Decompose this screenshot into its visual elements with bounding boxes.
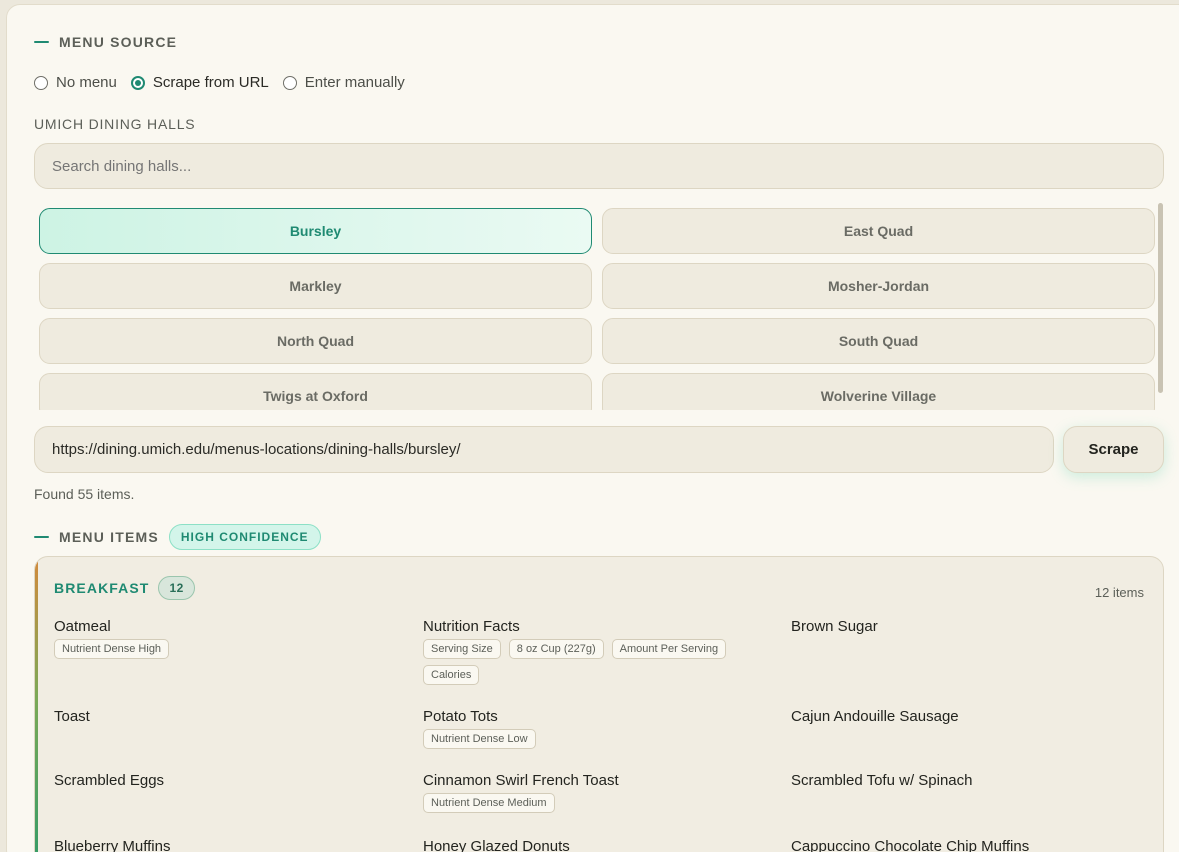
menu-item: Brown Sugar — [791, 618, 878, 635]
menu-item-tags: Nutrient Dense Medium — [423, 793, 763, 819]
menu-item-name: Brown Sugar — [791, 618, 878, 635]
menu-item: Nutrition Facts Serving Size 8 oz Cup (2… — [423, 618, 763, 691]
confidence-badge: HIGH CONFIDENCE — [168, 524, 321, 550]
menu-item-name: Toast — [54, 708, 90, 725]
radio-label: Scrape from URL — [152, 74, 269, 91]
menu-item: Scrambled Tofu w/ Spinach — [791, 772, 973, 789]
radio-label: No menu — [56, 74, 117, 91]
menu-item-name: Oatmeal — [54, 618, 111, 635]
menu-item: Cajun Andouille Sausage — [791, 708, 959, 725]
menu-item-tag: Nutrient Dense High — [54, 639, 170, 659]
menu-source-heading: MENU SOURCE — [34, 34, 177, 50]
hall-button-south-quad[interactable]: South Quad — [602, 318, 1155, 364]
heading-dash — [34, 536, 49, 538]
hall-button-wolverine-village[interactable]: Wolverine Village — [602, 373, 1155, 410]
menu-items-title: MENU ITEMS — [59, 529, 159, 545]
menu-item-tag: Nutrient Dense Medium — [423, 793, 555, 813]
category-accent-bar — [35, 557, 38, 852]
hall-button-north-quad[interactable]: North Quad — [39, 318, 592, 364]
menu-item: Honey Glazed Donuts — [423, 838, 570, 852]
radio-circle-icon[interactable] — [282, 75, 297, 90]
radio-circle-icon[interactable] — [34, 75, 48, 90]
radio-checked-icon[interactable] — [130, 75, 145, 90]
dining-halls-grid: Bursley East Quad Markley Mosher-Jordan … — [34, 202, 1158, 410]
scrollbar-thumb[interactable] — [1158, 203, 1163, 393]
menu-item-name: Cinnamon Swirl French Toast — [423, 772, 619, 789]
menu-item-tags: Nutrient Dense High — [54, 639, 394, 665]
category-header: BREAKFAST 12 — [54, 576, 195, 600]
menu-item: Scrambled Eggs — [54, 772, 164, 789]
hall-button-east-quad[interactable]: East Quad — [602, 208, 1155, 254]
menu-source-title: MENU SOURCE — [59, 34, 178, 50]
menu-items-heading: MENU ITEMS HIGH CONFIDENCE — [34, 524, 321, 550]
category-count-badge: 12 — [158, 576, 195, 600]
menu-item-name: Honey Glazed Donuts — [423, 838, 570, 852]
radio-enter-manually[interactable]: Enter manually — [282, 74, 405, 91]
menu-item-name: Potato Tots — [423, 708, 498, 725]
scrape-status-text: Found 55 items. — [34, 486, 135, 502]
category-card-breakfast: BREAKFAST 12 12 items Oatmeal Nutrient D… — [34, 556, 1164, 852]
radio-scrape-url[interactable]: Scrape from URL — [130, 74, 269, 91]
menu-item-tags: Serving Size 8 oz Cup (227g) Amount Per … — [423, 639, 763, 691]
menu-item: Cinnamon Swirl French Toast Nutrient Den… — [423, 772, 763, 819]
heading-dash — [34, 41, 49, 43]
hall-button-mosher-jordan[interactable]: Mosher-Jordan — [602, 263, 1155, 309]
menu-item-name: Nutrition Facts — [423, 618, 520, 635]
dining-hall-search-input[interactable] — [34, 143, 1164, 189]
scrape-button[interactable]: Scrape — [1063, 426, 1164, 473]
menu-url-input[interactable] — [34, 426, 1054, 473]
menu-item-name: Cappuccino Chocolate Chip Muffins — [791, 838, 1030, 852]
hall-button-bursley[interactable]: Bursley — [39, 208, 592, 254]
menu-item-tag: Nutrient Dense Low — [423, 729, 536, 749]
halls-scrollbar[interactable] — [1157, 202, 1164, 410]
dining-halls-label: UMICH DINING HALLS — [34, 116, 196, 132]
hall-button-twigs-at-oxford[interactable]: Twigs at Oxford — [39, 373, 592, 410]
menu-item: Blueberry Muffins — [54, 838, 170, 852]
category-items-total: 12 items — [1094, 585, 1144, 600]
menu-item: Potato Tots Nutrient Dense Low — [423, 708, 763, 755]
menu-item: Cappuccino Chocolate Chip Muffins — [791, 838, 1029, 852]
hall-button-markley[interactable]: Markley — [39, 263, 592, 309]
menu-source-radio-group: No menu Scrape from URL Enter manually — [34, 74, 419, 91]
menu-item-tag: Calories — [423, 665, 480, 685]
menu-item-tag: 8 oz Cup (227g) — [508, 639, 604, 659]
menu-item-tag: Amount Per Serving — [611, 639, 727, 659]
radio-no-menu[interactable]: No menu — [34, 74, 117, 91]
category-name: BREAKFAST — [54, 580, 150, 596]
menu-item: Toast — [54, 708, 90, 725]
menu-item-name: Blueberry Muffins — [54, 838, 171, 852]
radio-label: Enter manually — [304, 74, 405, 91]
menu-item-name: Scrambled Tofu w/ Spinach — [791, 772, 973, 789]
menu-item-tags: Nutrient Dense Low — [423, 729, 763, 755]
menu-item-name: Scrambled Eggs — [54, 772, 165, 789]
menu-item-name: Cajun Andouille Sausage — [791, 708, 959, 725]
menu-item-tag: Serving Size — [423, 639, 501, 659]
menu-item: Oatmeal Nutrient Dense High — [54, 618, 394, 665]
